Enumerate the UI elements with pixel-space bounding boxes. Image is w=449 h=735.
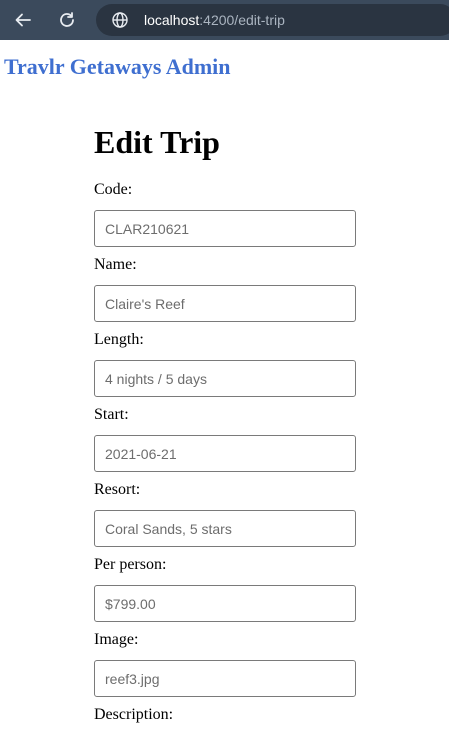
address-bar[interactable]: localhost:4200/edit-trip (96, 4, 449, 36)
resort-input[interactable] (94, 510, 356, 547)
name-input[interactable] (94, 285, 356, 322)
description-label: Description: (94, 706, 174, 723)
globe-icon (112, 12, 128, 28)
url-text: localhost:4200/edit-trip (144, 12, 285, 28)
resort-label: Resort: (94, 481, 141, 498)
code-input[interactable] (94, 210, 356, 247)
back-arrow-icon (15, 13, 31, 27)
page-title: Edit Trip (94, 124, 220, 160)
reload-icon (60, 12, 74, 27)
back-button[interactable] (12, 9, 34, 31)
image-input[interactable] (94, 660, 356, 697)
code-label: Code: (94, 181, 133, 198)
brand-link[interactable]: Travlr Getaways Admin (4, 54, 231, 80)
image-label: Image: (94, 631, 139, 648)
name-label: Name: (94, 256, 137, 273)
per-person-label: Per person: (94, 556, 167, 573)
url-host: localhost (144, 12, 200, 28)
length-label: Length: (94, 331, 144, 348)
browser-toolbar: localhost:4200/edit-trip (0, 0, 449, 40)
url-path: :4200/edit-trip (199, 12, 285, 28)
per-person-input[interactable] (94, 585, 356, 622)
length-input[interactable] (94, 360, 356, 397)
start-label: Start: (94, 406, 129, 423)
reload-button[interactable] (56, 9, 78, 31)
edit-trip-form: Code: Name: Length: Start: Resort: Per p… (94, 181, 356, 735)
start-input[interactable] (94, 435, 356, 472)
